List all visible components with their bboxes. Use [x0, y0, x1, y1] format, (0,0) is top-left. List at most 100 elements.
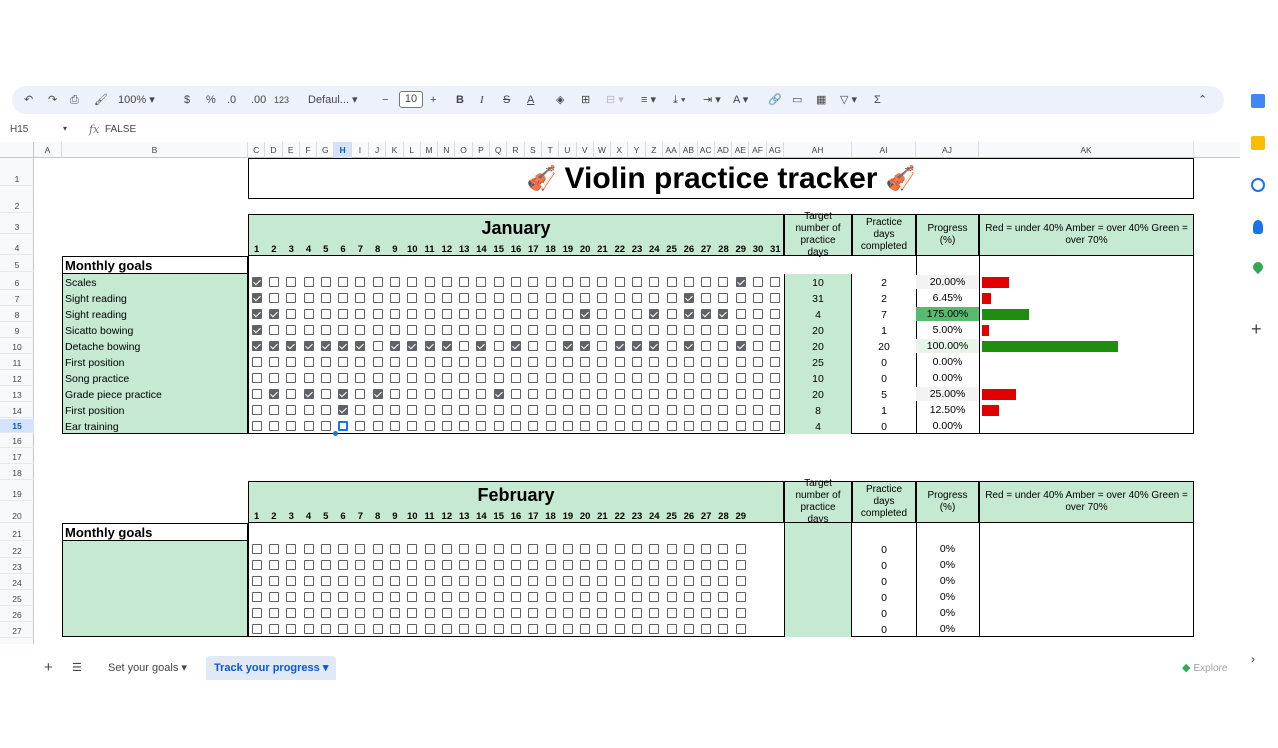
column-header-e[interactable]: E	[283, 142, 300, 158]
day-checkbox[interactable]	[666, 592, 677, 602]
day-checkbox[interactable]	[580, 277, 591, 287]
day-checkbox[interactable]	[511, 544, 521, 554]
day-checkbox[interactable]	[545, 325, 556, 335]
day-checkbox[interactable]	[441, 341, 452, 351]
day-checkbox[interactable]	[597, 277, 608, 287]
day-checkbox[interactable]	[407, 608, 418, 618]
day-checkbox[interactable]	[338, 277, 349, 287]
day-checkbox[interactable]	[251, 560, 262, 570]
day-checkbox[interactable]	[355, 624, 366, 634]
day-checkbox[interactable]	[303, 560, 314, 570]
row-header-19[interactable]: 19	[0, 487, 34, 501]
day-checkbox[interactable]	[355, 293, 366, 303]
day-checkbox[interactable]	[718, 341, 729, 351]
show-side-panel-icon[interactable]: ›	[1251, 652, 1265, 666]
row-header-27[interactable]: 27	[0, 624, 34, 638]
day-checkbox[interactable]	[355, 389, 366, 399]
day-checkbox[interactable]	[735, 389, 746, 399]
day-checkbox[interactable]	[753, 421, 764, 431]
column-header-f[interactable]: F	[300, 142, 318, 158]
name-box-caret-icon[interactable]: ▾	[63, 124, 67, 133]
day-checkbox[interactable]	[320, 421, 331, 431]
day-checkbox[interactable]	[597, 624, 608, 634]
day-checkbox[interactable]	[372, 357, 383, 367]
day-checkbox[interactable]	[718, 624, 729, 634]
column-header-ag[interactable]: AG	[767, 142, 784, 158]
collapse-toolbar-icon[interactable]: ⌃	[1198, 91, 1207, 109]
day-checkbox[interactable]	[459, 608, 470, 618]
day-checkbox[interactable]	[580, 341, 591, 351]
day-checkbox[interactable]	[683, 309, 694, 319]
day-checkbox[interactable]	[632, 309, 643, 319]
day-checkbox[interactable]	[389, 405, 400, 415]
bold-icon[interactable]: B	[456, 91, 464, 109]
day-checkbox[interactable]	[666, 405, 677, 415]
day-checkbox[interactable]	[614, 608, 625, 618]
day-checkbox[interactable]	[632, 405, 643, 415]
day-checkbox[interactable]	[286, 357, 297, 367]
day-checkbox[interactable]	[545, 341, 556, 351]
day-checkbox[interactable]	[286, 341, 297, 351]
day-checkbox[interactable]	[718, 544, 729, 554]
day-checkbox[interactable]	[562, 373, 573, 383]
day-checkbox[interactable]	[355, 357, 366, 367]
day-checkbox[interactable]	[251, 576, 262, 586]
day-checkbox[interactable]	[580, 325, 591, 335]
day-checkbox[interactable]	[718, 293, 729, 303]
day-checkbox[interactable]	[389, 421, 400, 431]
day-checkbox[interactable]	[441, 560, 452, 570]
day-checkbox[interactable]	[597, 341, 608, 351]
day-checkbox[interactable]	[493, 389, 504, 399]
day-checkbox[interactable]	[701, 309, 712, 319]
day-checkbox[interactable]	[718, 389, 729, 399]
day-checkbox[interactable]	[338, 357, 349, 367]
day-checkbox[interactable]	[562, 576, 573, 586]
day-checkbox[interactable]	[701, 608, 712, 618]
day-checkbox[interactable]	[424, 624, 435, 634]
day-checkbox[interactable]	[286, 405, 297, 415]
column-header-ad[interactable]: AD	[715, 142, 733, 158]
comment-icon[interactable]: ▭	[792, 91, 802, 109]
day-checkbox[interactable]	[614, 277, 625, 287]
increase-decimal-button[interactable]: .00	[251, 91, 266, 109]
day-checkbox[interactable]	[459, 389, 470, 399]
day-checkbox[interactable]	[407, 309, 418, 319]
column-header-u[interactable]: U	[559, 142, 577, 158]
day-checkbox[interactable]	[597, 325, 608, 335]
align-vertical-icon[interactable]: ⤓ ▾	[673, 91, 686, 109]
day-checkbox[interactable]	[251, 357, 262, 367]
day-checkbox[interactable]	[649, 309, 660, 319]
day-checkbox[interactable]	[407, 592, 418, 602]
day-checkbox[interactable]	[753, 357, 764, 367]
day-checkbox[interactable]	[303, 576, 314, 586]
day-checkbox[interactable]	[753, 293, 764, 303]
day-checkbox[interactable]	[424, 389, 435, 399]
column-header-p[interactable]: P	[473, 142, 491, 158]
day-checkbox[interactable]	[320, 405, 331, 415]
day-checkbox[interactable]	[424, 373, 435, 383]
day-checkbox[interactable]	[649, 421, 660, 431]
day-checkbox[interactable]	[441, 421, 452, 431]
day-checkbox[interactable]	[268, 405, 279, 415]
currency-button[interactable]: $	[184, 91, 190, 109]
day-checkbox[interactable]	[424, 293, 435, 303]
day-checkbox[interactable]	[666, 560, 677, 570]
day-checkbox[interactable]	[476, 608, 487, 618]
day-checkbox[interactable]	[441, 576, 452, 586]
day-checkbox[interactable]	[528, 405, 539, 415]
formula-input[interactable]: FALSE	[105, 124, 136, 135]
day-checkbox[interactable]	[528, 293, 539, 303]
italic-icon[interactable]: I	[480, 91, 484, 109]
row-header-22[interactable]: 22	[0, 544, 34, 558]
day-checkbox[interactable]	[528, 341, 539, 351]
day-checkbox[interactable]	[632, 277, 643, 287]
day-checkbox[interactable]	[701, 544, 712, 554]
day-checkbox[interactable]	[511, 293, 521, 303]
day-checkbox[interactable]	[649, 277, 660, 287]
day-checkbox[interactable]	[372, 373, 383, 383]
day-checkbox[interactable]	[389, 341, 400, 351]
day-checkbox[interactable]	[580, 405, 591, 415]
text-wrap-icon[interactable]: ⇥ ▾	[703, 91, 721, 109]
row-header-17[interactable]: 17	[0, 450, 34, 464]
day-checkbox[interactable]	[770, 357, 781, 367]
